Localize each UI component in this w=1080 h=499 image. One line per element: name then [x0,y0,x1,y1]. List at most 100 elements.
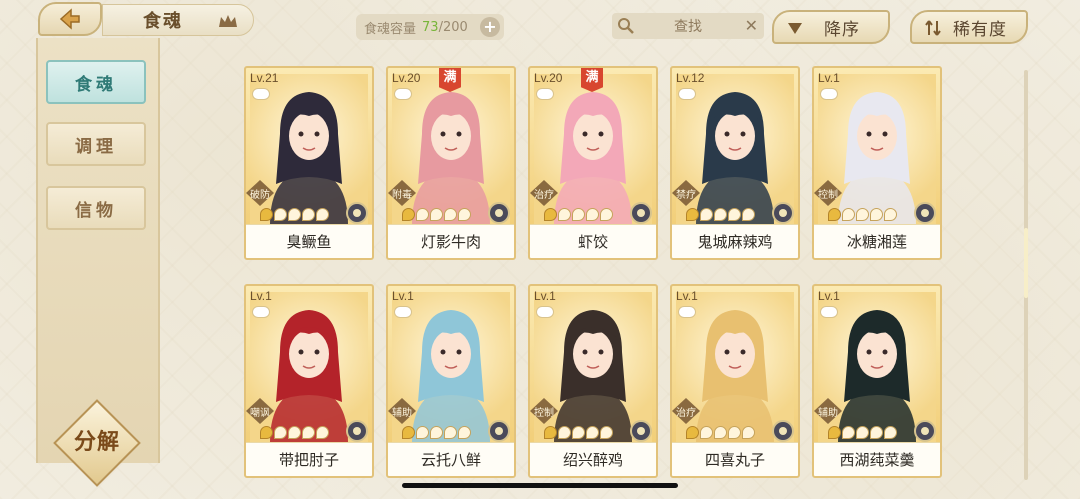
chat-bubble-icon [394,88,412,100]
star-icon [430,208,443,221]
star-icon [572,426,585,439]
scrollbar-thumb[interactable] [1024,228,1028,298]
back-button[interactable] [38,2,102,36]
food-soul-card[interactable]: Lv.21 破防 臭鳜鱼 [244,66,374,260]
food-soul-card[interactable]: Lv.1 治疗 四喜丸子 [670,284,800,478]
tab-shihun-label: 食魂 [75,74,117,95]
star-icon [544,208,557,221]
element-emblem-icon [772,420,794,442]
food-soul-name: 四喜丸子 [672,442,798,476]
star-icon [856,426,869,439]
max-level-badge: 满 [581,68,603,92]
food-soul-name: 云托八鲜 [388,442,514,476]
chat-bubble-icon [820,306,838,318]
star-icon [274,208,287,221]
search-field[interactable]: 查找 ✕ [612,13,764,39]
page-title-text: 食魂 [143,11,183,32]
star-icon [558,426,571,439]
star-icon [302,426,315,439]
star-icon [416,208,429,221]
food-soul-card[interactable]: Lv.1 辅助 西湖莼菜羹 [812,284,942,478]
star-icon [686,208,699,221]
food-soul-name: 绍兴醉鸡 [530,442,656,476]
star-icon [586,208,599,221]
tab-xinwu-label: 信物 [75,200,117,221]
star-rating [260,208,329,222]
level-label: Lv.1 [818,289,840,303]
food-soul-card[interactable]: Lv.1 控制 绍兴醉鸡 [528,284,658,478]
element-emblem-icon [772,202,794,224]
home-indicator [402,483,678,488]
star-icon [884,208,897,221]
food-soul-card[interactable]: Lv.1 嘲讽 带把肘子 [244,284,374,478]
food-soul-card[interactable]: Lv.20 满 附毒 灯影牛肉 [386,66,516,260]
star-rating [544,208,613,222]
level-label: Lv.1 [392,289,414,303]
star-icon [402,208,415,221]
star-rating [402,426,471,440]
star-icon [586,426,599,439]
food-soul-grid: Lv.21 破防 臭鳜鱼 Lv.20 满 附毒 灯影牛肉 Lv.20 满 治疗 … [244,66,944,486]
level-label: Lv.20 [392,71,421,85]
capacity-display: 食魂容量 73 / 200 + [356,14,504,40]
star-rating [260,426,329,440]
sort-order-button[interactable]: 降序 [772,10,890,44]
star-icon [288,208,301,221]
page-title: 食魂 [102,4,254,36]
top-bar: 食魂 食魂容量 73 / 200 + 查找 ✕ 降序 稀有度 [0,0,1080,46]
clear-search-icon[interactable]: ✕ [745,16,758,35]
sort-by-rarity-label: 稀有度 [953,19,1007,40]
star-icon [260,208,273,221]
sort-by-rarity-button[interactable]: 稀有度 [910,10,1028,44]
tab-tiaoli-label: 调理 [75,136,117,157]
element-emblem-icon [488,420,510,442]
level-label: Lv.1 [676,289,698,303]
element-emblem-icon [488,202,510,224]
star-icon [458,426,471,439]
tab-shihun[interactable]: 食魂 [46,60,146,104]
food-soul-name: 虾饺 [530,224,656,258]
star-icon [828,426,841,439]
sort-arrows-icon [925,20,941,36]
star-rating [828,208,897,222]
capacity-total: 200 [442,19,468,35]
star-icon [728,426,741,439]
star-icon [600,208,613,221]
expand-capacity-button[interactable]: + [480,17,500,37]
star-rating [402,208,471,222]
level-label: Lv.20 [534,71,563,85]
grid-scrollbar[interactable] [1024,70,1028,480]
star-icon [828,208,841,221]
star-icon [260,426,273,439]
level-label: Lv.1 [250,289,272,303]
star-icon [884,426,897,439]
decompose-button[interactable]: 分解 [52,399,142,488]
star-rating [828,426,897,440]
chat-bubble-icon [678,88,696,100]
chat-bubble-icon [394,306,412,318]
star-icon [402,426,415,439]
star-rating [544,426,613,440]
search-label: 查找 [674,19,702,35]
food-soul-card[interactable]: Lv.20 满 治疗 虾饺 [528,66,658,260]
star-icon [714,426,727,439]
tab-tiaoli[interactable]: 调理 [46,122,146,166]
back-arrow-icon [59,8,80,30]
food-soul-name: 西湖莼菜羹 [814,442,940,476]
element-emblem-icon [346,202,368,224]
star-rating [686,426,755,440]
capacity-label: 食魂容量 [364,21,417,37]
food-soul-card[interactable]: Lv.1 控制 冰糖湘莲 [812,66,942,260]
star-icon [728,208,741,221]
star-icon [444,426,457,439]
food-soul-name: 灯影牛肉 [388,224,514,258]
food-soul-card[interactable]: Lv.1 辅助 云托八鲜 [386,284,516,478]
level-label: Lv.12 [676,71,705,85]
star-icon [444,208,457,221]
food-soul-card[interactable]: Lv.12 禁疗 鬼城麻辣鸡 [670,66,800,260]
star-icon [416,426,429,439]
star-icon [870,208,883,221]
star-icon [274,426,287,439]
tab-xinwu[interactable]: 信物 [46,186,146,230]
star-icon [742,208,755,221]
